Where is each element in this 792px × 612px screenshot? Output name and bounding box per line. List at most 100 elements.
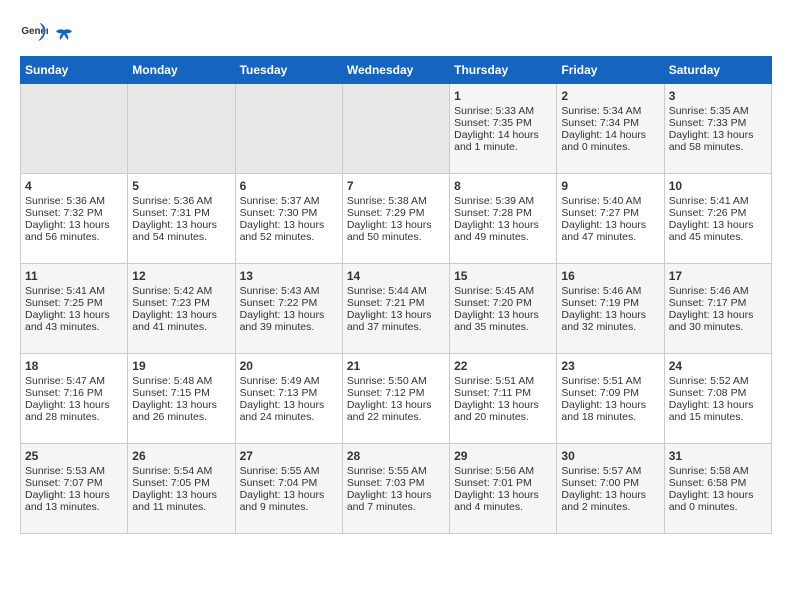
day-info: and 56 minutes.	[25, 231, 123, 243]
calendar-cell: 20Sunrise: 5:49 AMSunset: 7:13 PMDayligh…	[235, 354, 342, 444]
calendar-cell	[21, 84, 128, 174]
day-info: Sunset: 7:01 PM	[454, 477, 552, 489]
calendar-cell: 12Sunrise: 5:42 AMSunset: 7:23 PMDayligh…	[128, 264, 235, 354]
day-info: Daylight: 13 hours	[561, 309, 659, 321]
day-info: Daylight: 13 hours	[669, 399, 767, 411]
day-info: and 49 minutes.	[454, 231, 552, 243]
day-info: Sunrise: 5:55 AM	[240, 465, 338, 477]
day-info: Sunrise: 5:43 AM	[240, 285, 338, 297]
day-info: and 28 minutes.	[25, 411, 123, 423]
calendar-cell: 24Sunrise: 5:52 AMSunset: 7:08 PMDayligh…	[664, 354, 771, 444]
header-wednesday: Wednesday	[342, 57, 449, 84]
calendar-cell	[235, 84, 342, 174]
day-info: and 4 minutes.	[454, 501, 552, 513]
day-info: Sunset: 7:28 PM	[454, 207, 552, 219]
calendar-cell	[342, 84, 449, 174]
day-info: Sunset: 7:17 PM	[669, 297, 767, 309]
day-number: 10	[669, 179, 767, 193]
day-info: and 52 minutes.	[240, 231, 338, 243]
day-number: 16	[561, 269, 659, 283]
day-info: Sunrise: 5:36 AM	[132, 195, 230, 207]
logo-bird	[54, 26, 74, 46]
day-info: Sunset: 7:08 PM	[669, 387, 767, 399]
day-info: and 7 minutes.	[347, 501, 445, 513]
day-number: 20	[240, 359, 338, 373]
day-info: Daylight: 13 hours	[240, 399, 338, 411]
day-info: Daylight: 13 hours	[454, 309, 552, 321]
day-info: Sunset: 6:58 PM	[669, 477, 767, 489]
day-info: Sunrise: 5:51 AM	[561, 375, 659, 387]
day-number: 29	[454, 449, 552, 463]
day-info: and 0 minutes.	[669, 501, 767, 513]
day-number: 17	[669, 269, 767, 283]
calendar-cell: 10Sunrise: 5:41 AMSunset: 7:26 PMDayligh…	[664, 174, 771, 264]
day-info: Daylight: 14 hours	[454, 129, 552, 141]
calendar-cell: 27Sunrise: 5:55 AMSunset: 7:04 PMDayligh…	[235, 444, 342, 534]
day-info: Sunrise: 5:42 AM	[132, 285, 230, 297]
day-info: Sunrise: 5:46 AM	[561, 285, 659, 297]
calendar-cell: 13Sunrise: 5:43 AMSunset: 7:22 PMDayligh…	[235, 264, 342, 354]
header-sunday: Sunday	[21, 57, 128, 84]
day-number: 1	[454, 89, 552, 103]
day-info: Sunrise: 5:45 AM	[454, 285, 552, 297]
day-info: Sunrise: 5:37 AM	[240, 195, 338, 207]
calendar-body: 1Sunrise: 5:33 AMSunset: 7:35 PMDaylight…	[21, 84, 772, 534]
day-number: 21	[347, 359, 445, 373]
day-info: Sunset: 7:19 PM	[561, 297, 659, 309]
day-number: 11	[25, 269, 123, 283]
day-info: Sunrise: 5:50 AM	[347, 375, 445, 387]
day-info: and 50 minutes.	[347, 231, 445, 243]
day-info: Sunset: 7:30 PM	[240, 207, 338, 219]
day-info: Sunrise: 5:41 AM	[25, 285, 123, 297]
day-info: Daylight: 13 hours	[132, 309, 230, 321]
day-info: and 22 minutes.	[347, 411, 445, 423]
day-info: Sunrise: 5:41 AM	[669, 195, 767, 207]
day-info: Sunrise: 5:33 AM	[454, 105, 552, 117]
page-header: General	[20, 20, 772, 48]
day-info: Daylight: 13 hours	[347, 489, 445, 501]
day-info: Sunrise: 5:53 AM	[25, 465, 123, 477]
calendar-cell: 21Sunrise: 5:50 AMSunset: 7:12 PMDayligh…	[342, 354, 449, 444]
day-info: and 30 minutes.	[669, 321, 767, 333]
day-info: and 35 minutes.	[454, 321, 552, 333]
day-info: Sunset: 7:20 PM	[454, 297, 552, 309]
day-info: Sunset: 7:23 PM	[132, 297, 230, 309]
calendar-cell: 25Sunrise: 5:53 AMSunset: 7:07 PMDayligh…	[21, 444, 128, 534]
header-tuesday: Tuesday	[235, 57, 342, 84]
day-info: and 47 minutes.	[561, 231, 659, 243]
day-number: 18	[25, 359, 123, 373]
day-info: Sunset: 7:11 PM	[454, 387, 552, 399]
header-monday: Monday	[128, 57, 235, 84]
day-number: 15	[454, 269, 552, 283]
day-info: Sunset: 7:16 PM	[25, 387, 123, 399]
calendar-week-3: 11Sunrise: 5:41 AMSunset: 7:25 PMDayligh…	[21, 264, 772, 354]
calendar-cell: 15 Sunrise: 5:45 AMSunset: 7:20 PMDayligh…	[450, 264, 557, 354]
day-info: and 24 minutes.	[240, 411, 338, 423]
day-info: Daylight: 13 hours	[561, 489, 659, 501]
day-info: Sunset: 7:25 PM	[25, 297, 123, 309]
day-info: Sunrise: 5:38 AM	[347, 195, 445, 207]
day-info: Sunset: 7:35 PM	[454, 117, 552, 129]
day-info: Daylight: 13 hours	[669, 489, 767, 501]
day-info: Daylight: 13 hours	[240, 309, 338, 321]
day-info: Daylight: 13 hours	[240, 219, 338, 231]
day-info: Daylight: 13 hours	[454, 219, 552, 231]
day-info: Daylight: 13 hours	[25, 309, 123, 321]
day-info: Daylight: 13 hours	[669, 129, 767, 141]
day-info: and 43 minutes.	[25, 321, 123, 333]
calendar-cell: 16 Sunrise: 5:46 AMSunset: 7:19 PMDayligh…	[557, 264, 664, 354]
day-info: Sunset: 7:31 PM	[132, 207, 230, 219]
day-number: 22	[454, 359, 552, 373]
day-info: and 41 minutes.	[132, 321, 230, 333]
day-info: and 11 minutes.	[132, 501, 230, 513]
calendar-cell: 3Sunrise: 5:35 AMSunset: 7:33 PMDaylight…	[664, 84, 771, 174]
day-info: Sunrise: 5:52 AM	[669, 375, 767, 387]
day-info: Daylight: 13 hours	[347, 219, 445, 231]
day-info: Sunrise: 5:48 AM	[132, 375, 230, 387]
day-info: Daylight: 13 hours	[25, 489, 123, 501]
day-number: 2	[561, 89, 659, 103]
day-info: and 13 minutes.	[25, 501, 123, 513]
day-number: 6	[240, 179, 338, 193]
calendar-week-4: 18Sunrise: 5:47 AMSunset: 7:16 PMDayligh…	[21, 354, 772, 444]
day-info: Sunset: 7:26 PM	[669, 207, 767, 219]
